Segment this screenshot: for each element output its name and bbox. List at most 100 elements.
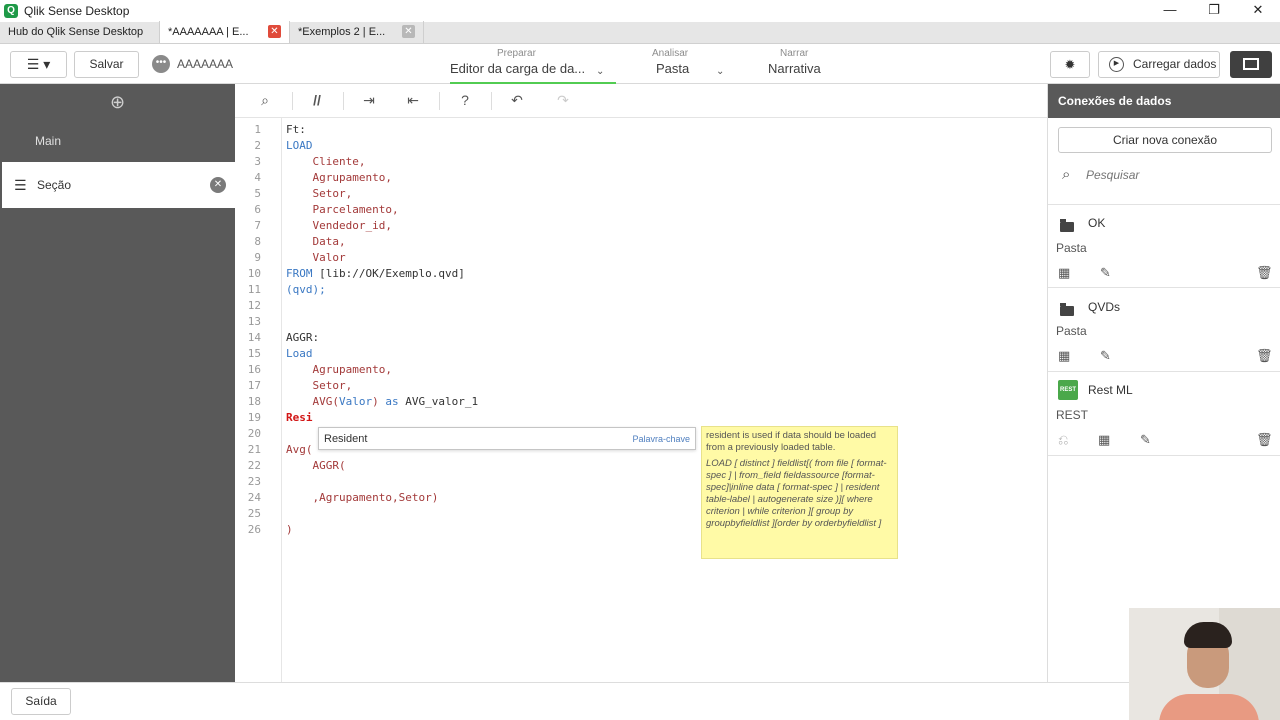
line-number: 12 [247, 299, 261, 312]
comment-icon[interactable]: // [307, 92, 327, 108]
section-main[interactable]: Main [0, 120, 235, 162]
line-number: 15 [247, 347, 261, 360]
code-token: AVG_valor_1 [398, 395, 479, 408]
code-line: AGGR: [286, 331, 320, 344]
code-line: AGGR( [286, 459, 346, 472]
nav-prepare-label: Preparar [497, 48, 536, 59]
line-number: 23 [247, 475, 261, 488]
select-data-icon[interactable]: ▦ [1098, 432, 1110, 448]
tab-bar: Hub do Qlik Sense Desktop *AAAAAAA | E..… [0, 21, 1280, 44]
search-icon: ⌕ [1062, 166, 1071, 183]
line-number: 25 [247, 507, 261, 520]
maximize-icon[interactable]: ❐ [1192, 0, 1236, 22]
tab-app-aaaaaaa[interactable]: *AAAAAAA | E... ✕ [160, 21, 290, 43]
code-line: Load [286, 347, 313, 360]
nav-prepare[interactable]: Preparar Editor da carga de da... ⌄ [450, 48, 616, 84]
line-number: 22 [247, 459, 261, 472]
code-line: AVG(Valor) as AVG_valor_1 [286, 395, 478, 408]
search-input[interactable] [1086, 168, 1266, 182]
section-active-label: Seção [37, 178, 72, 192]
select-data-icon[interactable]: ▦ [1058, 348, 1070, 364]
undo-icon[interactable]: ↶ [507, 92, 527, 109]
delete-section-icon[interactable]: ✕ [210, 177, 226, 193]
nav-narrate[interactable]: Narrar Narrativa [768, 48, 828, 76]
folder-icon [1060, 303, 1074, 319]
nav-analyze-label: Analisar [652, 48, 689, 59]
code-line: Parcelamento, [286, 203, 399, 216]
code-line: Resi [286, 411, 313, 424]
add-section-icon[interactable]: ⊕ [0, 84, 235, 120]
close-window-icon[interactable]: ✕ [1236, 0, 1280, 22]
divider [1048, 455, 1280, 456]
autocomplete-name: Resident [324, 433, 368, 445]
divider [439, 92, 440, 110]
tab-exemplos2[interactable]: *Exemplos 2 | E... ✕ [290, 21, 424, 43]
app-options-icon[interactable]: ••• [152, 55, 170, 73]
script-editor[interactable]: Ft: LOAD Cliente, Agrupamento, Setor, Pa… [282, 118, 1047, 682]
line-number: 9 [254, 251, 261, 264]
code-line: Setor, [286, 379, 353, 392]
code-line: ,Agrupamento,Setor) [286, 491, 439, 504]
keyword-tooltip: resident is used if data should be loade… [701, 426, 898, 559]
global-menu-button[interactable]: ☰ ▾ [10, 51, 67, 78]
outdent-icon[interactable]: ⇤ [403, 92, 423, 109]
line-number: 18 [247, 395, 261, 408]
delete-icon[interactable]: 🗑 [1256, 265, 1273, 281]
tab-hub-label: Hub do Qlik Sense Desktop [8, 26, 144, 38]
code-token: AVG( [286, 395, 339, 408]
line-number: 3 [254, 155, 261, 168]
toggle-panel-button[interactable] [1230, 51, 1272, 78]
load-data-button[interactable]: ▶ Carregar dados [1098, 51, 1220, 78]
line-number: 14 [247, 331, 261, 344]
connection-type: Pasta [1056, 241, 1087, 255]
edit-icon[interactable]: ✎ [1140, 432, 1151, 448]
section-active[interactable]: ☰ Seção ✕ [0, 162, 235, 208]
code-token: ) [372, 395, 379, 408]
line-number: 10 [247, 267, 261, 280]
app-toolbar: ☰ ▾ Salvar ••• AAAAAAA Preparar Editor d… [0, 44, 1280, 84]
panel-icon [1243, 58, 1259, 70]
table-preview-icon[interactable]: ⎌ [1058, 432, 1068, 448]
webcam-overlay [1129, 608, 1280, 720]
tab-hub[interactable]: Hub do Qlik Sense Desktop [0, 21, 160, 43]
connection-name[interactable]: OK [1088, 216, 1105, 230]
load-data-label: Carregar dados [1133, 57, 1217, 71]
search-icon[interactable]: ⌕ [255, 92, 275, 109]
code-line: Cliente, [286, 155, 366, 168]
delete-icon[interactable]: 🗑 [1256, 348, 1273, 364]
create-connection-button[interactable]: Criar nova conexão [1058, 127, 1272, 153]
line-number: 1 [254, 123, 261, 136]
folder-icon [1060, 219, 1074, 235]
divider [1048, 371, 1280, 372]
help-icon[interactable]: ? [455, 92, 475, 108]
connection-name[interactable]: Rest ML [1088, 383, 1133, 397]
minimize-icon[interactable]: — [1148, 0, 1192, 22]
code-line: LOAD [286, 139, 313, 152]
divider [491, 92, 492, 110]
redo-icon[interactable]: ↷ [553, 92, 573, 109]
window-title: Qlik Sense Desktop [24, 4, 130, 18]
save-button[interactable]: Salvar [74, 51, 139, 78]
edit-icon[interactable]: ✎ [1100, 348, 1111, 364]
chevron-down-icon: ⌄ [596, 66, 605, 77]
delete-icon[interactable]: 🗑 [1256, 432, 1273, 448]
edit-icon[interactable]: ✎ [1100, 265, 1111, 281]
bug-icon: ✹ [1064, 57, 1076, 72]
sections-panel: ⊕ Main ☰ Seção ✕ [0, 84, 235, 682]
close-tab-icon[interactable]: ✕ [268, 25, 281, 38]
line-number: 17 [247, 379, 261, 392]
indent-icon[interactable]: ⇥ [359, 92, 379, 109]
autocomplete-item[interactable]: Resident Palavra-chave [318, 427, 696, 450]
exit-button[interactable]: Saída [11, 688, 71, 715]
hamburger-icon: ☰ ▾ [26, 56, 51, 72]
debug-button[interactable]: ✹ [1050, 51, 1090, 78]
code-token: as [378, 395, 399, 408]
line-number: 5 [254, 187, 261, 200]
app-name: AAAAAAA [177, 57, 234, 71]
nav-analyze[interactable]: Analisar Pasta ⌄ [652, 48, 732, 77]
code-line: (qvd); [286, 283, 326, 296]
select-data-icon[interactable]: ▦ [1058, 265, 1070, 281]
drag-handle-icon[interactable]: ☰ [14, 162, 27, 208]
connection-name[interactable]: QVDs [1088, 300, 1120, 314]
close-tab-icon[interactable]: ✕ [402, 25, 415, 38]
